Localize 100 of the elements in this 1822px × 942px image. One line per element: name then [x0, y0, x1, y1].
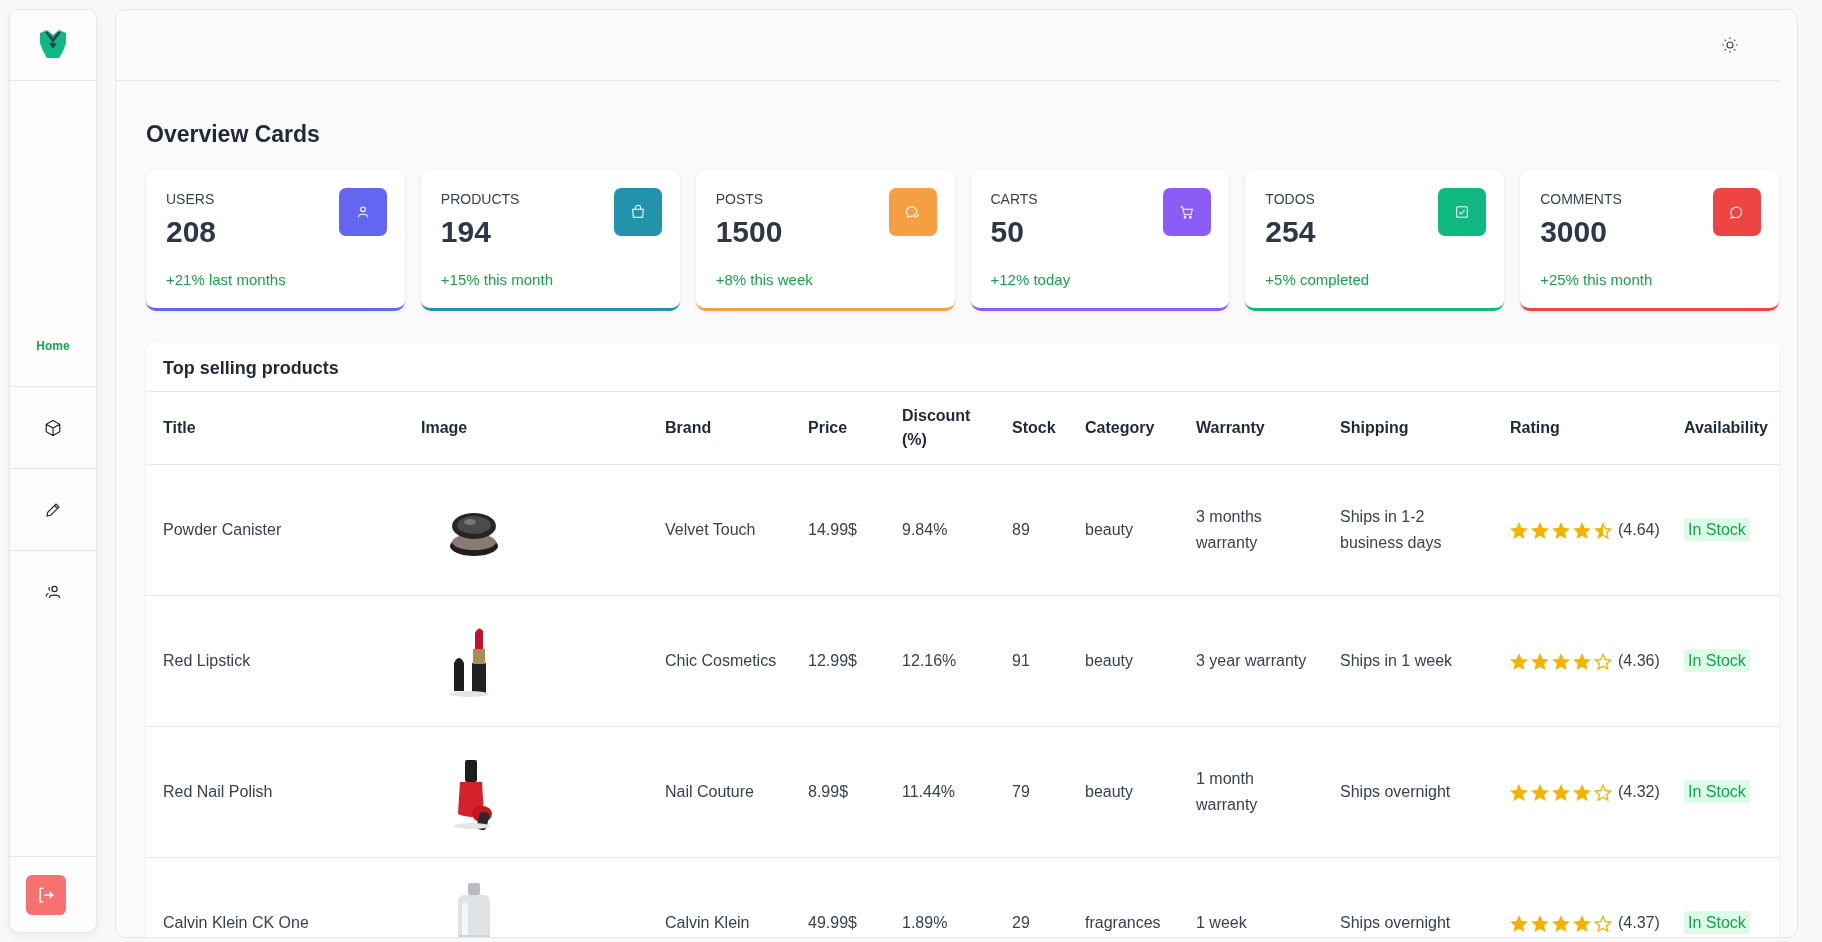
stat-value: 194: [440, 215, 492, 249]
column-header: Rating: [1510, 419, 1560, 436]
column-header: Title: [163, 419, 196, 436]
star-icon: [1531, 914, 1549, 932]
star-icon: [1552, 914, 1570, 932]
table-cell: 91: [1012, 652, 1030, 670]
table-cell: 12.99$: [808, 652, 857, 670]
stat-label: CARTS: [990, 191, 1038, 207]
logo-icon: [39, 29, 67, 61]
stat-icon: [1438, 188, 1487, 236]
table-cell: beauty: [1085, 521, 1134, 539]
rating-value: (4.36): [1618, 651, 1660, 672]
cube-icon: [44, 418, 62, 437]
column-header: Category: [1085, 419, 1155, 436]
stat-change: +21% last months: [166, 271, 287, 288]
stat-label: POSTS: [715, 191, 765, 207]
table-cell: 1.89%: [902, 914, 948, 932]
star-icon: [1510, 652, 1528, 670]
availability-badge: In Stock: [1684, 518, 1750, 542]
star-icon: [1531, 652, 1549, 670]
table-cell: 9.84%: [902, 521, 948, 539]
table-cell: Calvin Klein: [665, 914, 750, 932]
table-cell: Velvet Touch: [665, 521, 756, 539]
table-cell: Ships in 1 week: [1340, 652, 1453, 670]
availability-badge: In Stock: [1684, 649, 1750, 673]
table-cell: 11.44%: [902, 783, 956, 801]
stat-label: COMMENTS: [1540, 191, 1622, 207]
rating-value: (4.64): [1618, 520, 1660, 541]
table-cell: Ships overnight: [1340, 783, 1451, 801]
table-cell: 3 months warranty: [1196, 508, 1262, 551]
table-cell: Chic Cosmetics: [665, 652, 777, 670]
star-icon: [1594, 652, 1612, 670]
star-icon: [1594, 783, 1612, 801]
star-icon: [1573, 914, 1591, 932]
table-cell: 49.99$: [808, 914, 857, 932]
table-cell: beauty: [1085, 652, 1134, 670]
star-icon: [1594, 914, 1612, 932]
nav-link[interactable]: Home: [32, 334, 74, 357]
sun-icon: [1721, 36, 1739, 54]
stat-icon: [888, 188, 937, 236]
star-icon: [1510, 783, 1528, 801]
column-header: Stock: [1012, 419, 1056, 436]
stat-icon: [1163, 188, 1212, 236]
stat-icon: [1713, 188, 1761, 236]
star-icon: [1552, 521, 1570, 539]
column-header: Discount (%): [902, 407, 971, 448]
stat-change: +12% today: [990, 271, 1072, 288]
table-cell: Powder Canister: [163, 521, 282, 539]
stat-icon: [613, 188, 662, 236]
stat-value: 1500: [715, 215, 783, 249]
stat-value: 208: [166, 215, 217, 249]
half-star-icon: [1594, 521, 1612, 539]
stat-value: 50: [990, 215, 1025, 249]
star-icon: [1510, 914, 1528, 932]
rating-value: (4.32): [1618, 782, 1660, 803]
star-icon: [1573, 652, 1591, 670]
column-header: Price: [808, 419, 848, 436]
stat-icon: [338, 188, 387, 236]
table-cell: 8.99$: [808, 783, 849, 801]
table-cell: 29: [1012, 914, 1030, 932]
table-cell: 14.99$: [808, 521, 857, 539]
table-cell: Red Nail Polish: [163, 783, 273, 801]
table-cell: Ships overnight: [1340, 914, 1451, 932]
table-cell: 89: [1012, 521, 1030, 539]
table-cell: 3 year warranty: [1196, 652, 1307, 670]
star-icon: [1552, 652, 1570, 670]
star-icon: [1573, 783, 1591, 801]
table-cell: 1 month warranty: [1196, 770, 1258, 813]
stat-value: 3000: [1540, 215, 1608, 249]
stat-change: +8% this week: [715, 271, 814, 288]
table-cell: Calvin Klein CK One: [163, 914, 309, 932]
stat-value: 254: [1265, 215, 1316, 249]
page-title: Overview Cards: [146, 121, 321, 148]
star-icon: [1531, 783, 1549, 801]
table-cell: Nail Couture: [665, 783, 754, 801]
stat-change: +15% this month: [440, 271, 554, 288]
rating-value: (4.37): [1618, 913, 1660, 934]
column-header: Shipping: [1340, 419, 1409, 436]
column-header: Warranty: [1196, 419, 1265, 436]
table-cell: 1 week: [1196, 914, 1247, 932]
column-header: Availability: [1684, 419, 1768, 436]
availability-badge: In Stock: [1684, 780, 1750, 804]
star-icon: [1552, 783, 1570, 801]
availability-badge: In Stock: [1684, 911, 1750, 935]
table-cell: Red Lipstick: [163, 652, 251, 670]
stat-label: USERS: [166, 191, 216, 207]
stat-change: +5% completed: [1265, 271, 1371, 288]
stat-label: PRODUCTS: [440, 191, 520, 207]
table-cell: beauty: [1085, 783, 1134, 801]
column-header: Image: [421, 419, 468, 436]
table-cell: 12.16%: [902, 652, 957, 670]
logout-button[interactable]: [26, 874, 66, 915]
table-cell: 79: [1012, 783, 1030, 801]
star-icon: [1573, 521, 1591, 539]
star-icon: [1531, 521, 1549, 539]
column-header: Brand: [665, 419, 712, 436]
star-icon: [1510, 521, 1528, 539]
stat-label: TODOS: [1265, 191, 1316, 207]
stat-change: +25% this month: [1540, 271, 1654, 288]
table-cell: Ships in 1-2 business days: [1340, 508, 1442, 551]
